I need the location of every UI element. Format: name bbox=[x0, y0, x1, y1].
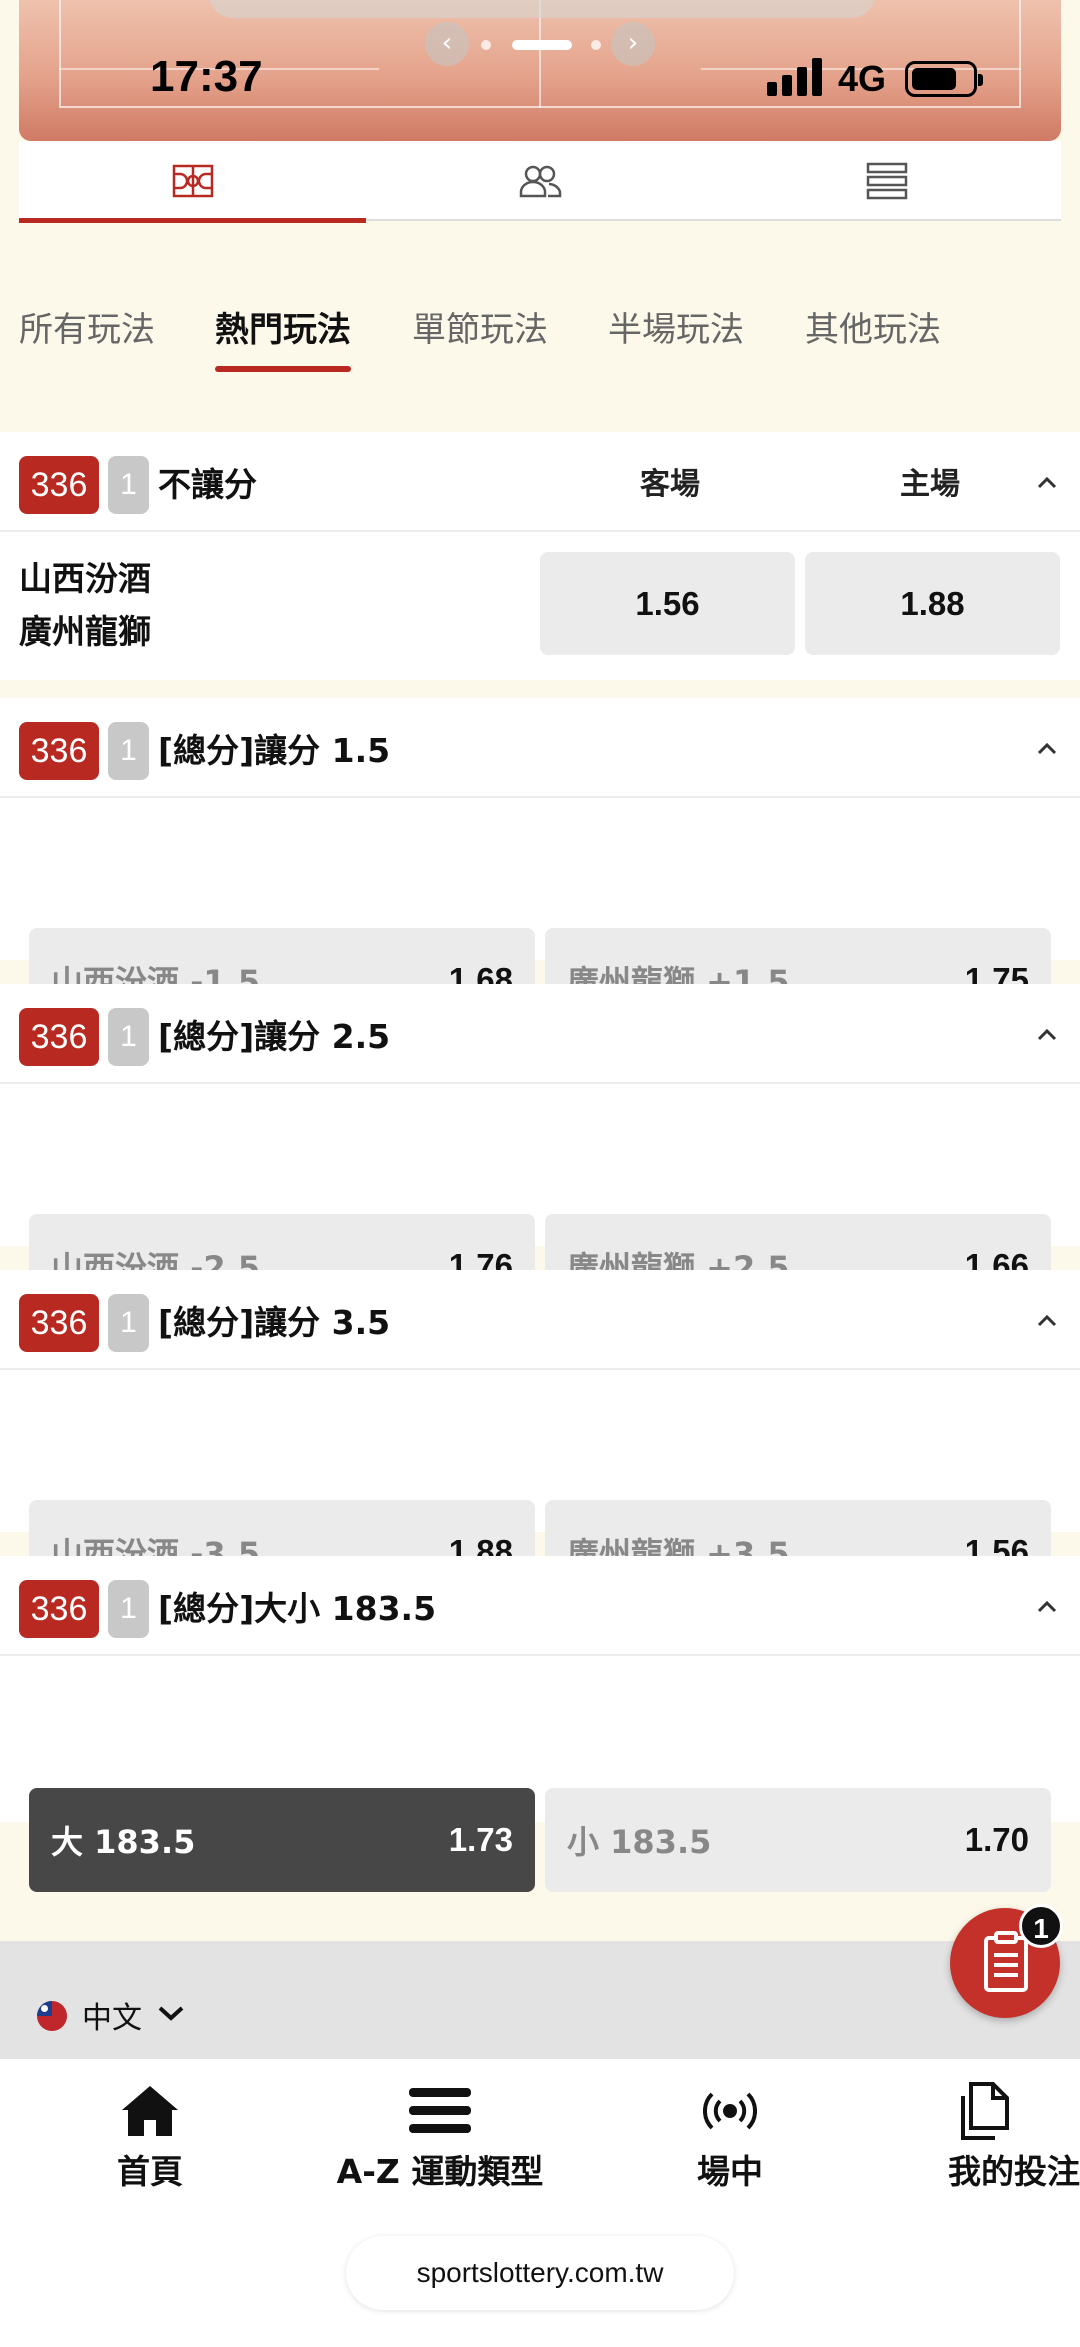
match-code-badge: 336 bbox=[19, 456, 99, 514]
battery-icon bbox=[905, 61, 983, 97]
odds-option-button-selected[interactable]: 大 183.5 1.73 bbox=[29, 1788, 535, 1892]
collapse-chevron-icon[interactable] bbox=[1032, 1306, 1062, 1336]
nav-home[interactable]: 首頁 bbox=[105, 2079, 195, 2199]
next-arrow-icon[interactable]: › bbox=[611, 22, 655, 66]
option-odds: 1.70 bbox=[964, 1821, 1029, 1858]
period-badge: 1 bbox=[108, 722, 149, 780]
nav-sports-az[interactable]: A-Z 運動類型 bbox=[330, 2079, 550, 2199]
away-team-name: 山西汾酒 bbox=[19, 559, 151, 598]
market-title: 不讓分 bbox=[158, 465, 257, 504]
nav-label: 首頁 bbox=[117, 2152, 183, 2191]
home-icon bbox=[122, 2086, 178, 2136]
option-odds: 1.73 bbox=[448, 1821, 513, 1858]
option-label: 小 183.5 bbox=[567, 1823, 712, 1861]
tab-quarter-markets[interactable]: 單節玩法 bbox=[412, 300, 548, 372]
market-card-moneyline: 336 1 不讓分 客場 主場 山西汾酒 廣州龍獅 1.56 1.88 bbox=[0, 432, 1080, 680]
header-pill bbox=[209, 0, 875, 18]
market-title: [總分]大小 183.5 bbox=[158, 1589, 437, 1628]
market-card-handicap-3-5: 336 1 [總分]讓分 3.5 山西汾酒 -3.5 1.88 廣州龍獅 +3.… bbox=[0, 1270, 1080, 1604]
market-card-total-183-5: 336 1 [總分]大小 183.5 大 183.5 1.73 小 183.5 … bbox=[0, 1556, 1080, 1892]
market-header[interactable]: 336 1 [總分]讓分 1.5 bbox=[0, 698, 1080, 798]
market-title: [總分]讓分 2.5 bbox=[158, 1017, 391, 1056]
signal-icon bbox=[767, 58, 823, 96]
tab-all-markets[interactable]: 所有玩法 bbox=[19, 300, 155, 372]
market-category-tabs: 所有玩法 熱門玩法 單節玩法 半場玩法 其他玩法 bbox=[0, 300, 1080, 380]
carousel-dot-active bbox=[512, 40, 572, 50]
match-code-badge: 336 bbox=[19, 722, 99, 780]
market-card-handicap-2-5: 336 1 [總分]讓分 2.5 山西汾酒 -2.5 1.76 廣州龍獅 +2.… bbox=[0, 984, 1080, 1318]
away-odds-button[interactable]: 1.56 bbox=[540, 552, 795, 655]
carousel-dot bbox=[481, 40, 491, 50]
market-header[interactable]: 336 1 [總分]讓分 3.5 bbox=[0, 1270, 1080, 1370]
taiwan-flag-icon bbox=[37, 2001, 67, 2031]
language-bar: 中文 bbox=[0, 1941, 1080, 2059]
prev-arrow-icon[interactable]: ‹ bbox=[425, 22, 469, 66]
tab-players[interactable] bbox=[366, 141, 713, 221]
period-badge: 1 bbox=[108, 456, 149, 514]
language-selector[interactable]: 中文 bbox=[82, 1993, 142, 2037]
period-badge: 1 bbox=[108, 1580, 149, 1638]
betslip-count-badge: 1 bbox=[1019, 1904, 1063, 1948]
home-odds-button[interactable]: 1.88 bbox=[805, 552, 1060, 655]
tab-court[interactable] bbox=[19, 141, 366, 223]
browser-url-bar[interactable]: sportslottery.com.tw bbox=[346, 2236, 734, 2310]
match-code-badge: 336 bbox=[19, 1008, 99, 1066]
view-tabs bbox=[19, 141, 1061, 223]
collapse-chevron-icon[interactable] bbox=[1032, 468, 1062, 498]
my-bets-icon bbox=[961, 2082, 1009, 2140]
market-title: [總分]讓分 1.5 bbox=[158, 731, 391, 770]
list-icon bbox=[866, 162, 907, 200]
market-title: [總分]讓分 3.5 bbox=[158, 1303, 391, 1342]
market-header[interactable]: 336 1 不讓分 客場 主場 bbox=[0, 432, 1080, 532]
status-time: 17:37 bbox=[150, 52, 263, 101]
odds-option-button[interactable]: 小 183.5 1.70 bbox=[545, 1788, 1051, 1892]
home-team-name: 廣州龍獅 bbox=[19, 612, 151, 651]
option-label: 大 183.5 bbox=[51, 1823, 196, 1861]
away-column-header: 客場 bbox=[640, 467, 700, 502]
menu-icon bbox=[409, 2088, 471, 2133]
tab-half-markets[interactable]: 半場玩法 bbox=[608, 300, 744, 372]
nav-my-bets[interactable]: 我的投注 bbox=[948, 2079, 1080, 2199]
collapse-chevron-icon[interactable] bbox=[1032, 1592, 1062, 1622]
tab-popular-markets[interactable]: 熱門玩法 bbox=[215, 300, 351, 372]
nav-label: 我的投注 bbox=[948, 2152, 1080, 2191]
match-code-badge: 336 bbox=[19, 1580, 99, 1638]
match-code-badge: 336 bbox=[19, 1294, 99, 1352]
collapse-chevron-icon[interactable] bbox=[1032, 734, 1062, 764]
tab-list[interactable] bbox=[713, 141, 1060, 221]
market-header[interactable]: 336 1 [總分]大小 183.5 bbox=[0, 1556, 1080, 1656]
market-header[interactable]: 336 1 [總分]讓分 2.5 bbox=[0, 984, 1080, 1084]
nav-label: 場中 bbox=[697, 2152, 763, 2191]
live-broadcast-icon bbox=[703, 2092, 757, 2130]
players-icon bbox=[519, 165, 561, 198]
market-card-handicap-1-5: 336 1 [總分]讓分 1.5 山西汾酒 -1.5 1.68 廣州龍獅 +1.… bbox=[0, 698, 1080, 1032]
network-type: 4G bbox=[838, 58, 887, 99]
basketball-court-icon bbox=[172, 164, 213, 198]
chevron-down-icon[interactable] bbox=[156, 2001, 186, 2025]
collapse-chevron-icon[interactable] bbox=[1032, 1020, 1062, 1050]
nav-live[interactable]: 場中 bbox=[680, 2079, 780, 2199]
tab-other-markets[interactable]: 其他玩法 bbox=[805, 300, 941, 372]
team-names: 山西汾酒 廣州龍獅 bbox=[19, 552, 151, 658]
carousel-dot bbox=[591, 40, 601, 50]
home-column-header: 主場 bbox=[900, 467, 960, 502]
period-badge: 1 bbox=[108, 1294, 149, 1352]
nav-label: A-Z 運動類型 bbox=[336, 2152, 544, 2191]
period-badge: 1 bbox=[108, 1008, 149, 1066]
